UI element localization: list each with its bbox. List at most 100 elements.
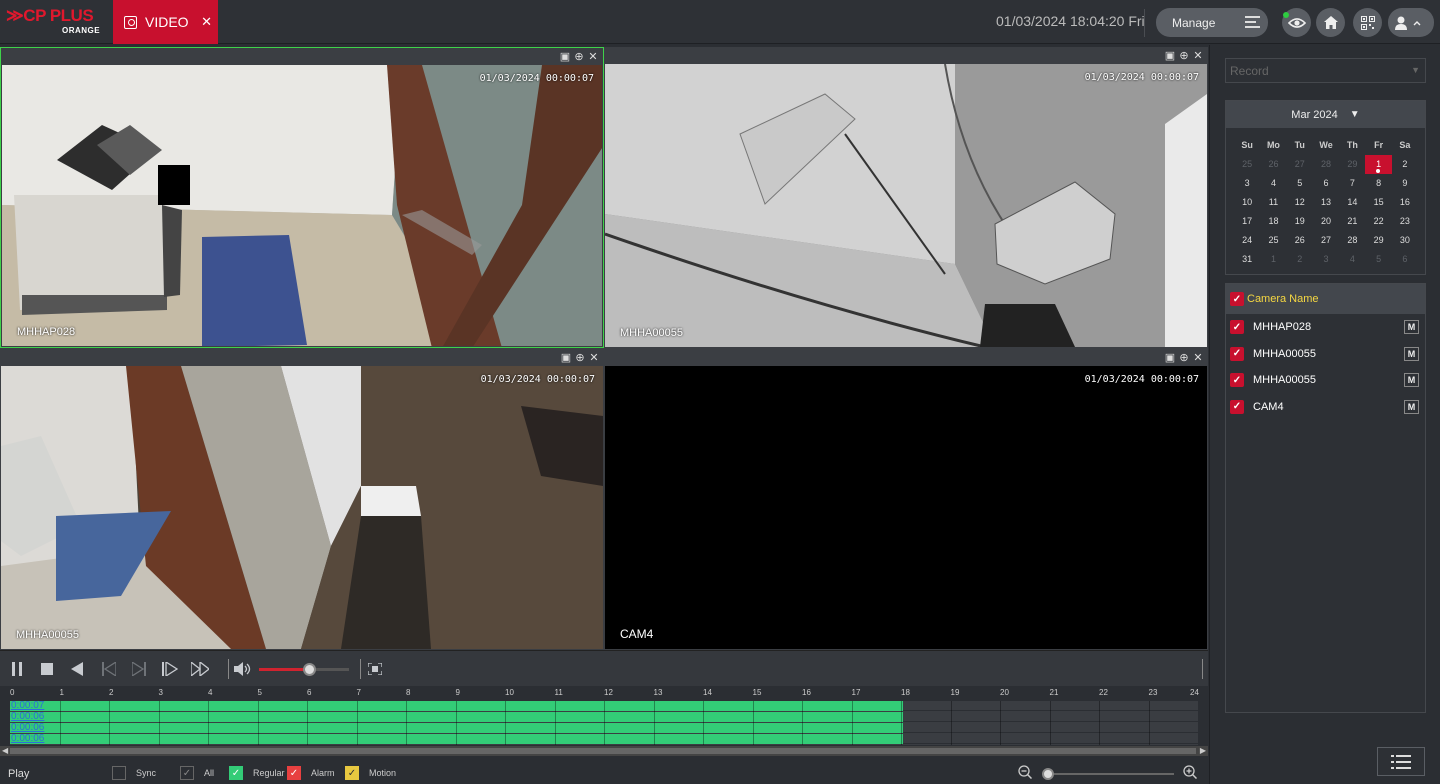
next-frame-icon[interactable] — [130, 660, 148, 678]
sync-checkbox[interactable] — [112, 766, 126, 780]
calendar-day[interactable]: 13 — [1313, 193, 1339, 212]
zoom-icon[interactable]: ⊕ — [1178, 351, 1190, 364]
close-icon[interactable]: ✕ — [1192, 351, 1204, 364]
camera-row[interactable]: ✓ MHHA00055 M — [1226, 367, 1425, 394]
scroll-right-icon[interactable]: ▶ — [1200, 746, 1206, 755]
motion-toggle[interactable]: ✓ Motion — [345, 766, 396, 780]
camera-row[interactable]: ✓ MHHAP028 M — [1226, 314, 1425, 341]
video-cell-4[interactable]: ▣ ⊕ ✕ 01/03/2024 00:00:07 CAM4 — [604, 349, 1208, 650]
zoom-in-icon[interactable] — [1183, 765, 1198, 782]
calendar-day[interactable]: 26 — [1260, 155, 1286, 174]
stream-type-badge[interactable]: M — [1404, 399, 1419, 414]
calendar-day[interactable]: 2 — [1287, 250, 1313, 269]
calendar-day[interactable]: 23 — [1392, 212, 1418, 231]
previous-frame-icon[interactable] — [100, 660, 118, 678]
calendar-day[interactable]: 16 — [1392, 193, 1418, 212]
camera-row[interactable]: ✓ MHHA00055 M — [1226, 341, 1425, 368]
stream-type-badge[interactable]: M — [1404, 373, 1419, 387]
close-icon[interactable]: ✕ — [588, 351, 600, 364]
calendar-day[interactable]: 1 — [1260, 250, 1286, 269]
video-cell-1[interactable]: ▣ ⊕ ✕ 01/03/2024 00:00:07 MHHAP028 — [0, 47, 604, 348]
calendar-day[interactable]: 19 — [1287, 212, 1313, 231]
camera-checkbox[interactable]: ✓ — [1230, 373, 1244, 388]
timeline-tracks[interactable]: 0:00:07 0:00:06 0:00:06 0:00:06 — [10, 700, 1198, 745]
camera-row[interactable]: ✓ CAM4 M — [1226, 394, 1425, 421]
calendar-day[interactable]: 4 — [1260, 174, 1286, 193]
calendar-day[interactable]: 3 — [1313, 250, 1339, 269]
video-cell-2[interactable]: ▣ ⊕ ✕ 01/03/2024 00:00:07 MHHA00055 — [604, 47, 1208, 348]
volume-slider[interactable] — [259, 663, 349, 676]
video-cell-3[interactable]: ▣ ⊕ ✕ 01/03/2024 00:00:07 MHHA00055 — [0, 349, 604, 650]
zoom-icon[interactable]: ⊕ — [574, 351, 586, 364]
stream-type-badge[interactable]: M — [1404, 320, 1419, 334]
user-menu-button[interactable] — [1388, 8, 1434, 37]
timeline-scrollbar[interactable]: ◀ ▶ — [0, 746, 1208, 756]
slow-play-icon[interactable] — [161, 660, 179, 678]
camera-checkbox[interactable]: ✓ — [1230, 320, 1244, 335]
timeline-zoom-slider[interactable] — [1042, 768, 1174, 780]
calendar-day[interactable]: 25 — [1234, 155, 1260, 174]
calendar-day[interactable]: 11 — [1260, 193, 1286, 212]
motion-checkbox[interactable]: ✓ — [345, 766, 359, 780]
calendar-day[interactable]: 2 — [1392, 155, 1418, 174]
scroll-left-icon[interactable]: ◀ — [2, 746, 8, 755]
calendar-day[interactable]: 6 — [1392, 250, 1418, 269]
snapshot-icon[interactable]: ▣ — [559, 50, 571, 63]
calendar-day[interactable]: 6 — [1313, 174, 1339, 193]
calendar-day[interactable]: 28 — [1339, 231, 1365, 250]
all-checkbox[interactable]: ✓ — [180, 766, 194, 780]
zoom-handle[interactable] — [1042, 768, 1054, 780]
snapshot-icon[interactable]: ▣ — [1164, 351, 1176, 364]
calendar-day[interactable]: 21 — [1339, 212, 1365, 231]
calendar-day[interactable]: 27 — [1313, 231, 1339, 250]
track-time[interactable]: 0:00:06 — [11, 733, 44, 744]
calendar-day[interactable]: 28 — [1313, 155, 1339, 174]
tab-video[interactable]: VIDEO ✕ — [113, 0, 218, 44]
scrollbar-thumb[interactable] — [10, 748, 1196, 754]
alarm-checkbox[interactable]: ✓ — [287, 766, 301, 780]
fullscreen-icon[interactable] — [366, 660, 384, 678]
snapshot-icon[interactable]: ▣ — [1164, 49, 1176, 62]
stream-type-badge[interactable]: M — [1404, 346, 1419, 361]
fast-forward-icon[interactable] — [191, 660, 209, 678]
regular-checkbox[interactable]: ✓ — [229, 766, 243, 780]
caret-down-icon[interactable]: ▼ — [1350, 109, 1360, 120]
select-all-checkbox[interactable]: ✓ — [1230, 292, 1244, 306]
calendar-day[interactable]: 22 — [1365, 212, 1391, 231]
calendar-day[interactable]: 10 — [1234, 193, 1260, 212]
home-button[interactable] — [1316, 8, 1345, 37]
close-icon[interactable]: ✕ — [1192, 49, 1204, 62]
camera-checkbox[interactable]: ✓ — [1230, 399, 1244, 414]
regular-toggle[interactable]: ✓ Regular — [229, 766, 285, 780]
manage-button[interactable]: Manage — [1156, 8, 1268, 37]
calendar-header[interactable]: Mar 2024 ▼ — [1226, 101, 1425, 128]
calendar-day[interactable]: 3 — [1234, 174, 1260, 193]
snapshot-icon[interactable]: ▣ — [560, 351, 572, 364]
calendar-day[interactable]: 27 — [1287, 155, 1313, 174]
camera-checkbox[interactable]: ✓ — [1230, 346, 1244, 361]
calendar-day[interactable]: 4 — [1339, 250, 1365, 269]
calendar-day[interactable]: 15 — [1365, 193, 1391, 212]
close-icon[interactable]: ✕ — [587, 50, 599, 63]
calendar-day[interactable]: 24 — [1234, 231, 1260, 250]
calendar-day[interactable]: 18 — [1260, 212, 1286, 231]
close-tab-icon[interactable]: ✕ — [201, 14, 212, 30]
calendar-day[interactable]: 29 — [1339, 155, 1365, 174]
zoom-icon[interactable]: ⊕ — [573, 50, 585, 63]
stop-icon[interactable] — [38, 660, 56, 678]
track-time[interactable]: 0:00:06 — [11, 711, 44, 722]
volume-handle[interactable] — [302, 663, 316, 676]
timeline[interactable]: 0 1 2 3 4 5 6 7 8 9 10 11 12 13 14 15 16 17 18 19 20 21 22 23 24… — [0, 686, 1208, 756]
pause-icon[interactable] — [8, 660, 26, 678]
track-time[interactable]: 0:00:07 — [11, 700, 44, 711]
record-type-select[interactable]: Record ▼ — [1225, 58, 1426, 83]
calendar-day[interactable]: 12 — [1287, 193, 1313, 212]
file-list-button[interactable] — [1377, 747, 1425, 776]
all-toggle[interactable]: ✓ All — [180, 766, 214, 780]
calendar-day[interactable]: 5 — [1365, 250, 1391, 269]
play-backward-icon[interactable] — [68, 660, 86, 678]
calendar-day[interactable]: 30 — [1392, 231, 1418, 250]
calendar-day[interactable]: 7 — [1339, 174, 1365, 193]
calendar-day[interactable]: 14 — [1339, 193, 1365, 212]
calendar-day[interactable]: 9 — [1392, 174, 1418, 193]
